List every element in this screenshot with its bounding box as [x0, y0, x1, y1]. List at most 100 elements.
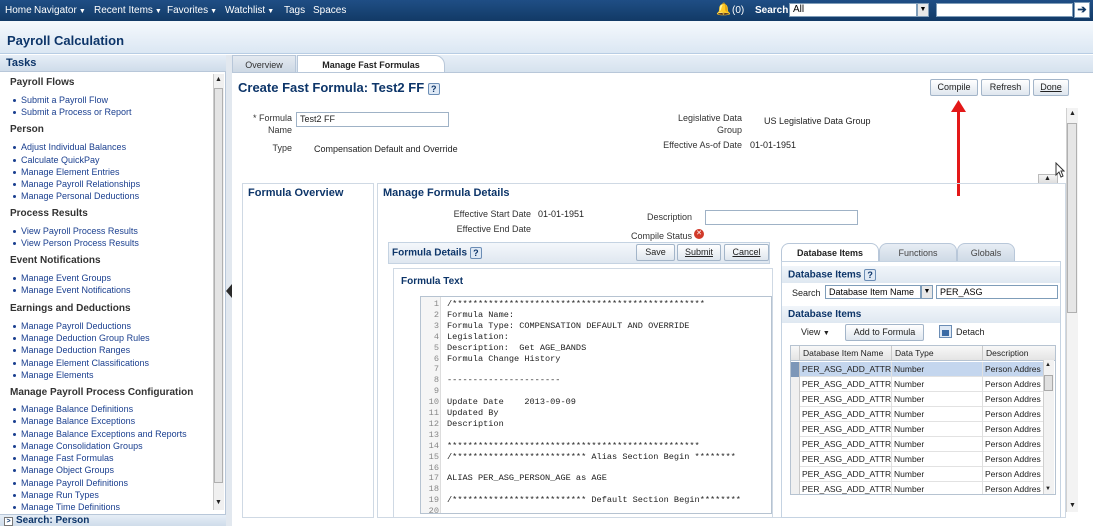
nav-spaces[interactable]: Spaces [313, 5, 346, 16]
scroll-down-icon[interactable]: ▼ [1045, 486, 1051, 492]
table-row[interactable]: PER_ASG_ADD_ATTR Number Person Addres [791, 392, 1046, 407]
chevron-down-icon[interactable]: ▼ [921, 285, 933, 299]
task-link[interactable]: View Person Process Results [13, 238, 139, 248]
database-items-scrollbar-thumb[interactable] [1044, 375, 1053, 391]
task-link[interactable]: Manage Element Classifications [12, 358, 149, 368]
done-button[interactable]: Done [1033, 79, 1069, 96]
row-selector[interactable] [791, 467, 800, 482]
task-link[interactable]: Manage Balance Exceptions [12, 416, 135, 426]
detach-icon[interactable] [939, 325, 952, 338]
scroll-up-icon[interactable]: ▲ [1045, 362, 1051, 368]
task-link[interactable]: Manage Payroll Definitions [12, 478, 128, 488]
nav-navigator[interactable]: Navigator ▼ [34, 5, 86, 16]
row-selector[interactable] [791, 482, 800, 494]
task-link[interactable]: Manage Balance Definitions [12, 404, 133, 414]
table-cell: Person Addres [983, 377, 1046, 392]
save-button[interactable]: Save [636, 244, 675, 261]
task-link[interactable]: Manage Run Types [13, 490, 99, 500]
main-scrollbar-thumb[interactable] [1067, 123, 1077, 313]
help-icon[interactable]: ? [427, 82, 440, 95]
task-link[interactable]: Manage Event Notifications [13, 285, 131, 295]
description-input[interactable] [705, 210, 858, 225]
search-person-panel[interactable]: > Search: Person [0, 514, 226, 526]
task-link[interactable]: Manage Fast Formulas [13, 453, 114, 463]
tab-globals[interactable]: Globals [957, 243, 1015, 261]
table-row[interactable]: PER_ASG_ADD_ATTR Number Person Addres [791, 362, 1046, 377]
task-link[interactable]: Manage Element Entries [13, 167, 120, 177]
table-row[interactable]: PER_ASG_ADD_ATTR Number Person Addres [791, 482, 1046, 494]
submit-button[interactable]: Submit [677, 244, 721, 261]
row-selector[interactable] [791, 377, 800, 392]
formula-overview-header: Formula Overview [248, 187, 344, 199]
chevron-down-icon: ▼ [210, 8, 218, 15]
help-icon[interactable]: ? [469, 247, 482, 259]
task-link[interactable]: Manage Event Groups [12, 273, 111, 283]
row-selector[interactable] [791, 392, 800, 407]
nav-recent-items[interactable]: Recent Items ▼ [94, 5, 162, 16]
column-header[interactable]: Description [983, 346, 1055, 361]
code-line: /***************************************… [447, 299, 705, 309]
effective-asof-label: Effective As-of Date [663, 140, 742, 150]
code-line: ALIAS PER_ASG_PERSON_AGE as AGE [447, 473, 607, 484]
formula-name-input[interactable]: Test2 FF [296, 112, 449, 127]
table-row[interactable]: PER_ASG_ADD_ATTR Number Person Addres [791, 467, 1046, 482]
task-link[interactable]: Manage Deduction Ranges [12, 345, 130, 355]
row-selector[interactable] [791, 407, 800, 422]
task-link[interactable]: Manage Payroll Relationships [12, 179, 140, 189]
task-link[interactable]: Calculate QuickPay [13, 155, 100, 165]
nav-home[interactable]: Home [5, 5, 32, 16]
task-link[interactable]: Manage Payroll Deductions [12, 321, 131, 331]
help-icon[interactable]: ? [864, 269, 877, 281]
task-link[interactable]: Submit a Process or Report [13, 107, 132, 117]
table-row[interactable]: PER_ASG_ADD_ATTR Number Person Addres [791, 452, 1046, 467]
task-link[interactable]: Manage Consolidation Groups [13, 441, 143, 451]
add-to-formula-button[interactable]: Add to Formula [845, 324, 924, 341]
row-selector[interactable] [791, 437, 800, 452]
refresh-button[interactable]: Refresh [981, 79, 1030, 96]
detach-button[interactable]: Detach [956, 327, 985, 337]
global-search-input[interactable] [936, 3, 1073, 17]
row-selector[interactable] [791, 452, 800, 467]
tasks-scrollbar-thumb[interactable] [214, 88, 223, 483]
column-header[interactable]: Data Type [892, 346, 983, 361]
bell-icon[interactable]: 🔔 [716, 2, 731, 16]
tab-manage-fast-formulas[interactable]: Manage Fast Formulas [297, 55, 445, 72]
search-scope-select[interactable]: All [789, 3, 917, 17]
tab-functions[interactable]: Functions [879, 243, 957, 261]
scroll-up-icon[interactable]: ▲ [1069, 110, 1076, 117]
task-link[interactable]: View Payroll Process Results [13, 226, 138, 236]
table-row[interactable]: PER_ASG_ADD_ATTR Number Person Addres [791, 422, 1046, 437]
task-link[interactable]: Manage Deduction Group Rules [13, 333, 150, 343]
nav-tags[interactable]: Tags [284, 5, 305, 16]
error-status-icon: ✕ [694, 229, 704, 239]
scroll-down-icon[interactable]: ▼ [215, 499, 222, 506]
task-link[interactable]: Manage Time Definitions [12, 502, 120, 512]
nav-watchlist[interactable]: Watchlist ▼ [225, 5, 274, 16]
view-menu[interactable]: View ▼ [801, 327, 830, 337]
table-row[interactable]: PER_ASG_ADD_ATTR Number Person Addres [791, 437, 1046, 452]
scroll-up-icon[interactable]: ▲ [215, 76, 222, 83]
formula-code-editor[interactable]: 1 /**************************************… [420, 296, 772, 514]
table-row[interactable]: PER_ASG_ADD_ATTR Number Person Addres [791, 377, 1046, 392]
chevron-down-icon[interactable]: ▼ [917, 3, 929, 17]
nav-favorites[interactable]: Favorites ▼ [167, 5, 217, 16]
cancel-button[interactable]: Cancel [724, 244, 769, 261]
search-go-icon[interactable]: ➔ [1074, 2, 1090, 18]
task-link[interactable]: Manage Elements [13, 370, 94, 380]
row-selector[interactable] [791, 362, 800, 377]
task-link[interactable]: Manage Object Groups [12, 465, 114, 475]
scroll-down-icon[interactable]: ▼ [1069, 502, 1076, 509]
task-link[interactable]: Manage Personal Deductions [12, 191, 139, 201]
tab-database-items[interactable]: Database Items [781, 243, 879, 261]
table-row[interactable]: PER_ASG_ADD_ATTR Number Person Addres [791, 407, 1046, 422]
db-search-input[interactable]: PER_ASG [936, 285, 1058, 299]
row-selector[interactable] [791, 422, 800, 437]
db-search-field-select[interactable]: Database Item Name [825, 285, 921, 299]
expand-icon[interactable]: > [4, 517, 13, 526]
task-link[interactable]: Adjust Individual Balances [12, 142, 126, 152]
task-link[interactable]: Manage Balance Exceptions and Reports [13, 429, 187, 439]
column-header[interactable]: Database Item Name [800, 346, 892, 361]
task-link[interactable]: Submit a Payroll Flow [12, 95, 108, 105]
tab-overview[interactable]: Overview [232, 55, 296, 72]
compile-button[interactable]: Compile [930, 79, 978, 96]
